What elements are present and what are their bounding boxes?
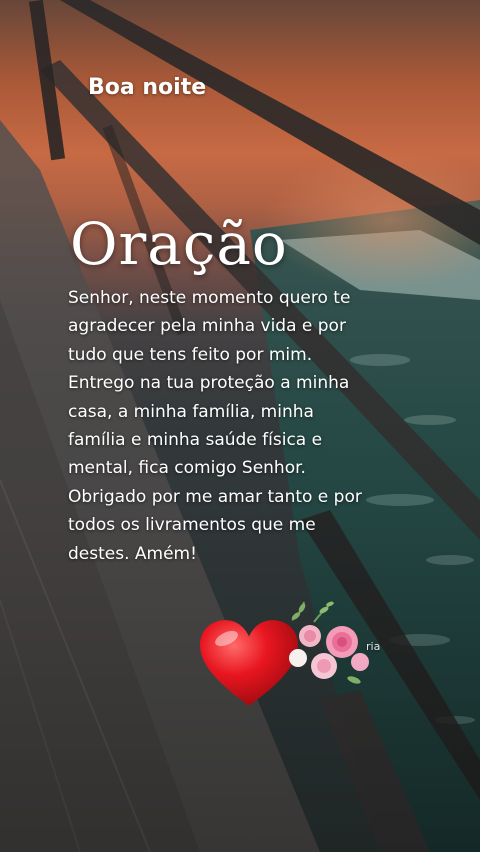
greeting-text: Boa noite [88,75,207,100]
prayer-line: todos os livramentos que me [68,515,316,536]
prayer-line: Obrigado por me amar tanto e por [68,486,362,507]
story-screen: Boa noite Oração Senhor, neste momento q… [0,0,480,852]
prayer-line: família e minha saúde física e [68,430,323,451]
prayer-line: Senhor, neste momento quero te [68,288,351,308]
prayer-line: casa, a minha família, minha [68,401,314,422]
prayer-line: Entrego na tua proteção a minha [68,373,350,394]
prayer-line: agradecer pela minha vida e por [68,316,346,337]
prayer-text: Senhor, neste momento quero te agradecer… [68,284,408,568]
prayer-line: destes. Amém! [68,543,197,564]
prayer-line: tudo que tens feito por mim. [68,344,313,365]
prayer-title: Oração [70,210,288,278]
prayer-line: mental, fica comigo Senhor. [68,458,306,479]
watermark-text: ria [366,640,381,653]
